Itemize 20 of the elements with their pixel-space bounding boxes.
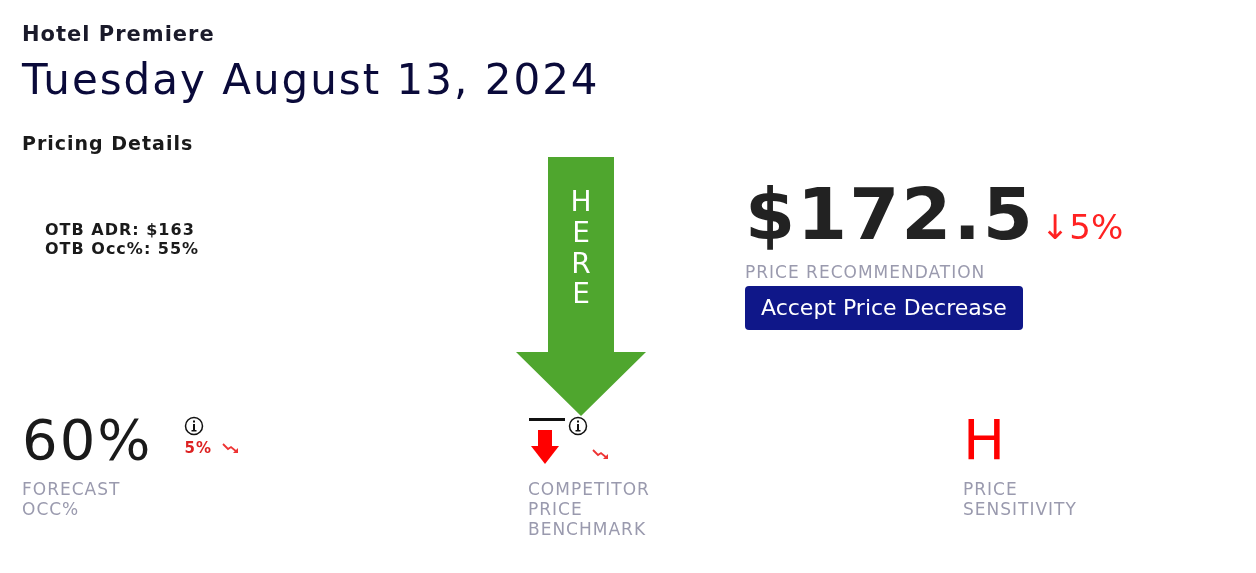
accept-button[interactable]: Accept Price Decrease <box>745 285 1023 330</box>
change-value: 5% <box>184 438 212 457</box>
price-value: $172.5 <box>745 177 1035 250</box>
metric-value: H <box>963 411 1006 474</box>
metric-label: FORECAST OCC% <box>22 478 122 519</box>
otb-stat: OTB Occ%: 55% <box>45 238 200 258</box>
price-change: ↓5% <box>1040 206 1124 247</box>
metric-label: PRICE RECOMMENDATION <box>745 261 987 282</box>
callout-text: HERE <box>569 187 593 311</box>
hotel-name: Hotel Premiere <box>22 22 216 48</box>
metric-label: PRICE SENSITIVITY <box>963 478 1078 519</box>
trend-down-icon <box>221 441 240 454</box>
info-icon <box>184 415 205 436</box>
info-icon <box>568 415 588 436</box>
date-heading: Tuesday August 13, 2024 <box>22 55 601 106</box>
otb-stat: OTB ADR: $163 <box>45 219 195 239</box>
trend-down-icon <box>592 447 610 460</box>
metric-value: 60% <box>22 411 153 474</box>
metric-label: COMPETITOR PRICE BENCHMARK <box>528 478 651 539</box>
section-heading: Pricing Details <box>22 131 195 154</box>
